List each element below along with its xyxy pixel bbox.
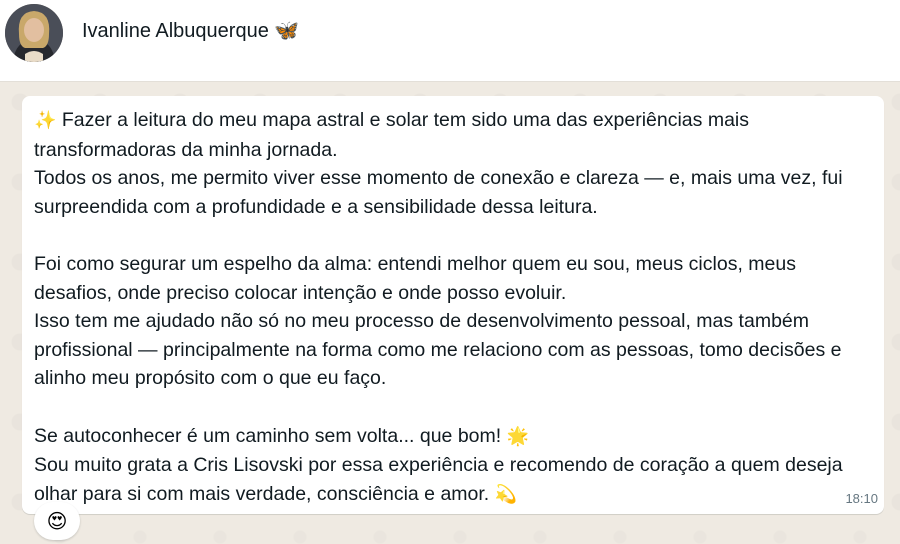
message-bubble[interactable]: ✨ Fazer a leitura do meu mapa astral e s… (22, 96, 884, 514)
message-paragraph: Foi como segurar um espelho da alma: ent… (34, 250, 872, 307)
message-line: Fazer a leitura do meu mapa astral e sol… (34, 109, 749, 161)
reaction-badge[interactable]: 😍 (34, 502, 80, 540)
dizzy-icon: 💫 (494, 483, 518, 505)
chat-header: Ivanline Albuquerque 🦋 (0, 0, 900, 82)
message-line: Sou muito grata a Cris Lisovski por essa… (34, 454, 843, 505)
message-paragraph: Isso tem me ajudado não só no meu proces… (34, 307, 872, 393)
message-text: ✨ Fazer a leitura do meu mapa astral e s… (34, 106, 872, 509)
message-line: Se autoconhecer é um caminho sem volta..… (34, 424, 502, 447)
message-paragraph: Se autoconhecer é um caminho sem volta..… (34, 422, 872, 452)
message-line: Todos os anos, me permito viver esse mom… (34, 167, 843, 218)
message-line: Isso tem me ajudado não só no meu proces… (34, 310, 842, 390)
avatar[interactable] (5, 4, 63, 62)
message-paragraph: ✨ Fazer a leitura do meu mapa astral e s… (34, 106, 872, 164)
message-timestamp: 18:10 (845, 491, 878, 506)
message-paragraph: Sou muito grata a Cris Lisovski por essa… (34, 451, 872, 509)
star-icon: 🌟 (506, 425, 530, 447)
contact-name[interactable]: Ivanline Albuquerque 🦋 (82, 18, 299, 43)
message-paragraph: Todos os anos, me permito viver esse mom… (34, 164, 872, 221)
message-line: Foi como segurar um espelho da alma: ent… (34, 252, 796, 304)
sparkles-icon: ✨ (34, 110, 57, 131)
chat-area: ✨ Fazer a leitura do meu mapa astral e s… (0, 82, 900, 544)
avatar-photo-icon (5, 4, 63, 62)
